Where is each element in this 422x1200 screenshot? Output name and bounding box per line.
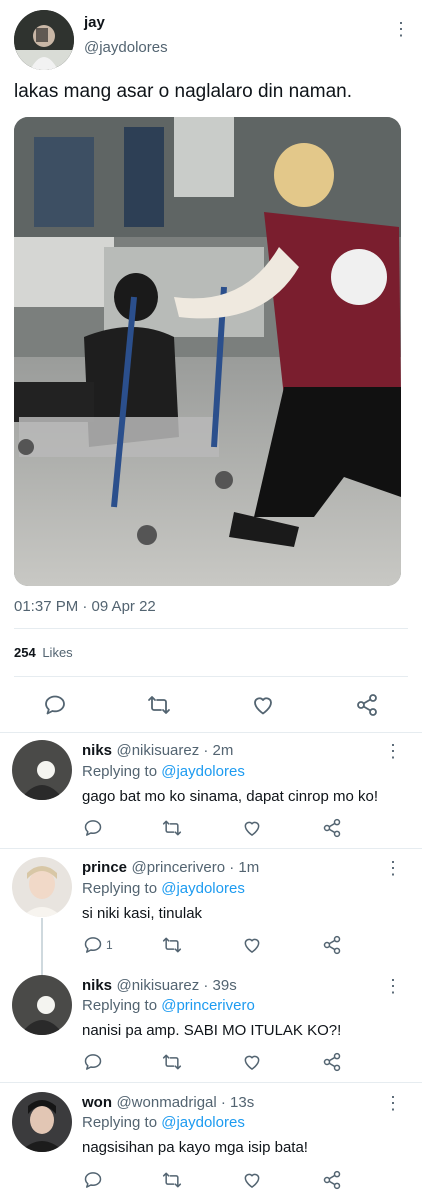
- reply-handle-time[interactable]: @wonmadrigal · 13s: [116, 1094, 254, 1111]
- more-options-icon[interactable]: ⋮: [392, 20, 410, 38]
- reply-display-name[interactable]: niks: [82, 742, 112, 759]
- reply-handle-time[interactable]: @nikisuarez · 39s: [116, 977, 236, 994]
- divider: [0, 848, 422, 849]
- replying-to-link[interactable]: @princerivero: [161, 997, 255, 1014]
- like-heart-icon[interactable]: [242, 818, 262, 838]
- like-heart-icon[interactable]: [242, 1170, 262, 1190]
- replying-label: Replying to: [82, 997, 158, 1014]
- reply-handle-time[interactable]: @nikisuarez · 2m: [116, 742, 233, 759]
- replying-to-link[interactable]: @jaydolores: [161, 880, 245, 897]
- reply-icon[interactable]: [83, 935, 103, 955]
- more-options-icon[interactable]: ⋮: [384, 742, 402, 760]
- reply-avatar[interactable]: [12, 1092, 72, 1152]
- reply-icon[interactable]: [83, 1170, 103, 1190]
- share-icon[interactable]: [355, 693, 379, 717]
- reply-display-name[interactable]: won: [82, 1094, 112, 1111]
- divider: [14, 676, 408, 677]
- like-heart-icon[interactable]: [251, 693, 275, 717]
- like-heart-icon[interactable]: [242, 935, 262, 955]
- reply-icon[interactable]: [43, 693, 67, 717]
- retweet-icon[interactable]: [162, 1052, 182, 1072]
- reply-handle-time[interactable]: @princerivero · 1m: [131, 859, 259, 876]
- retweet-icon[interactable]: [147, 693, 171, 717]
- tweet-photo[interactable]: [14, 117, 401, 586]
- reply-text: nanisi pa amp. SABI MO ITULAK KO?!: [82, 1022, 342, 1039]
- tweet-timestamp[interactable]: 01:37 PM · 09 Apr 22: [14, 598, 156, 615]
- more-options-icon[interactable]: ⋮: [384, 1094, 402, 1112]
- share-icon[interactable]: [322, 1170, 342, 1190]
- author-avatar[interactable]: [14, 10, 74, 70]
- reply-text: nagsisihan pa kayo mga isip bata!: [82, 1139, 308, 1156]
- more-options-icon[interactable]: ⋮: [384, 859, 402, 877]
- likes-count: 254: [14, 645, 36, 660]
- divider: [0, 732, 422, 733]
- like-heart-icon[interactable]: [242, 1052, 262, 1072]
- likes-stat[interactable]: 254 Likes: [14, 645, 73, 660]
- share-icon[interactable]: [322, 935, 342, 955]
- divider: [0, 1082, 422, 1083]
- retweet-icon[interactable]: [162, 818, 182, 838]
- retweet-icon[interactable]: [162, 935, 182, 955]
- more-options-icon[interactable]: ⋮: [384, 977, 402, 995]
- tweet-text: lakas mang asar o naglalaro din naman.: [14, 81, 352, 102]
- divider: [14, 628, 408, 629]
- reply-avatar[interactable]: [12, 857, 72, 917]
- retweet-icon[interactable]: [162, 1170, 182, 1190]
- replying-to-link[interactable]: @jaydolores: [161, 1114, 245, 1131]
- replying-to-link[interactable]: @jaydolores: [161, 763, 245, 780]
- reply-count: 1: [106, 938, 113, 952]
- share-icon[interactable]: [322, 818, 342, 838]
- reply-display-name[interactable]: prince: [82, 859, 127, 876]
- author-handle[interactable]: @jaydolores: [84, 39, 168, 56]
- reply-avatar[interactable]: [12, 740, 72, 800]
- author-display-name[interactable]: jay: [84, 14, 105, 31]
- reply-icon[interactable]: [83, 1052, 103, 1072]
- replying-label: Replying to: [82, 880, 158, 897]
- replying-label: Replying to: [82, 1114, 158, 1131]
- thread-line: [41, 918, 43, 980]
- reply-text: gago bat mo ko sinama, dapat cinrop mo k…: [82, 788, 379, 805]
- reply-avatar[interactable]: [12, 975, 72, 1035]
- share-icon[interactable]: [322, 1052, 342, 1072]
- reply-display-name[interactable]: niks: [82, 977, 112, 994]
- replying-label: Replying to: [82, 763, 158, 780]
- reply-icon[interactable]: [83, 818, 103, 838]
- reply-text: si niki kasi, tinulak: [82, 905, 203, 922]
- likes-label: Likes: [42, 645, 73, 660]
